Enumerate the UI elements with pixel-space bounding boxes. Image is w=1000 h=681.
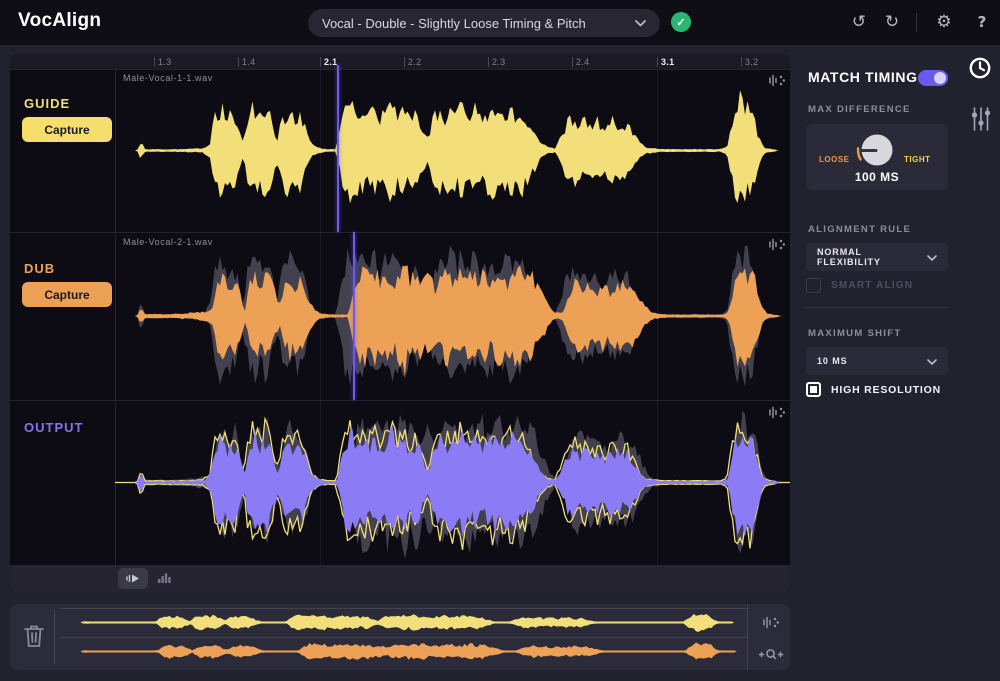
ruler-tick-1.4: 1.4 xyxy=(238,56,255,67)
knob-min-label: LOOSE xyxy=(819,155,850,164)
output-analysis-icon[interactable] xyxy=(768,406,786,419)
high-resolution-checkbox-row[interactable]: HIGH RESOLUTION xyxy=(806,382,941,397)
ruler-tick-2.4: 2.4 xyxy=(572,56,589,67)
preset-label: Vocal - Double - Slightly Loose Timing &… xyxy=(322,16,586,31)
smart-align-checkbox-row[interactable]: SMART ALIGN xyxy=(806,278,913,293)
dub-waveform[interactable] xyxy=(115,232,790,400)
bar-gridline xyxy=(320,69,321,565)
match-timing-label: MATCH TIMING xyxy=(808,69,918,85)
ruler-tick-2.1: 2.1 xyxy=(320,56,337,67)
ruler-tick-2.2: 2.2 xyxy=(404,56,421,67)
knob-max-label: TIGHT xyxy=(904,155,931,164)
bar-gridline xyxy=(657,69,658,565)
trash-icon[interactable] xyxy=(22,623,48,651)
maximum-shift-value: 10 MS xyxy=(817,356,848,366)
max-difference-label: MAX DIFFERENCE xyxy=(808,104,911,115)
smart-align-checkbox[interactable] xyxy=(806,278,821,293)
output-track-label: OUTPUT xyxy=(24,420,83,435)
guide-waveform[interactable] xyxy=(115,69,790,232)
overview-divider xyxy=(747,604,748,670)
max-difference-panel: LOOSE TIGHT 100 MS xyxy=(806,124,948,190)
history-clock-icon[interactable] xyxy=(968,56,992,80)
ruler-tick-1.3: 1.3 xyxy=(154,56,171,67)
sidebar-divider xyxy=(806,307,948,308)
preset-selector[interactable]: Vocal - Double - Slightly Loose Timing &… xyxy=(308,9,660,37)
track-panel: 1.3 1.4 2.1 2.2 2.3 2.4 3.1 3.2 GUIDE Capture M… xyxy=(10,54,790,592)
overview-analysis-icon[interactable] xyxy=(762,616,780,629)
dub-capture-button[interactable]: Capture xyxy=(22,282,112,307)
check-glyph: ✓ xyxy=(676,16,685,29)
toggle-knob xyxy=(934,72,946,84)
smart-align-label: SMART ALIGN xyxy=(831,280,913,291)
waveform-path xyxy=(60,643,747,660)
status-ok-icon: ✓ xyxy=(671,12,691,32)
checkbox-mark xyxy=(810,386,817,393)
guide-capture-button[interactable]: Capture xyxy=(22,117,112,142)
overview-panel xyxy=(10,604,790,670)
timeline-ruler[interactable]: 1.3 1.4 2.1 2.2 2.3 2.4 3.1 3.2 xyxy=(10,54,790,69)
match-timing-toggle[interactable] xyxy=(918,70,948,86)
ruler-tick-3.2: 3.2 xyxy=(741,56,758,67)
chevron-down-icon xyxy=(927,352,937,370)
chevron-down-icon xyxy=(635,14,646,32)
output-track-row: OUTPUT xyxy=(10,400,790,565)
dub-track-row: DUB Capture Male-Vocal-2-1.wav xyxy=(10,232,790,400)
histogram-tool-button[interactable] xyxy=(156,570,174,586)
toolbar-divider xyxy=(916,13,917,32)
advanced-sliders-icon[interactable] xyxy=(971,106,991,132)
guide-track-label: GUIDE xyxy=(24,96,70,111)
guide-analysis-icon[interactable] xyxy=(768,74,786,87)
settings-gear-button[interactable]: ⚙ xyxy=(933,11,955,33)
alignment-rule-dropdown[interactable]: NORMAL FLEXIBILITY xyxy=(806,243,948,271)
high-resolution-label: HIGH RESOLUTION xyxy=(831,384,941,396)
guide-playhead[interactable] xyxy=(337,65,339,232)
help-button[interactable]: ? xyxy=(971,11,993,33)
max-difference-knob[interactable] xyxy=(855,128,899,172)
dub-playhead[interactable] xyxy=(353,232,355,400)
guide-track-row: GUIDE Capture Male-Vocal-1-1.wav xyxy=(10,69,790,232)
overview-divider xyxy=(54,610,55,664)
high-resolution-checkbox[interactable] xyxy=(806,382,821,397)
overview-dub-waveform[interactable] xyxy=(60,637,747,666)
top-bar: VocAlign Vocal - Double - Slightly Loose… xyxy=(0,0,1000,45)
track-tool-strip xyxy=(10,565,790,592)
dub-analysis-icon[interactable] xyxy=(768,238,786,251)
undo-button[interactable]: ↺ xyxy=(848,11,870,33)
max-difference-value: 100 MS xyxy=(806,170,948,184)
app-logo: VocAlign xyxy=(18,10,101,32)
waveform-path xyxy=(60,614,747,632)
chevron-down-icon xyxy=(927,248,937,266)
zoom-icon[interactable] xyxy=(758,648,784,661)
redo-button[interactable]: ↻ xyxy=(881,11,903,33)
alignment-rule-label: ALIGNMENT RULE xyxy=(808,224,911,235)
maximum-shift-label: MAXIMUM SHIFT xyxy=(808,328,901,339)
output-waveform[interactable] xyxy=(115,400,790,565)
ruler-tick-3.1: 3.1 xyxy=(657,56,674,67)
vocalign-window: VocAlign Vocal - Double - Slightly Loose… xyxy=(0,0,1000,681)
play-tool-button[interactable] xyxy=(118,568,148,589)
dub-track-label: DUB xyxy=(24,261,55,276)
alignment-rule-value: NORMAL FLEXIBILITY xyxy=(817,247,927,267)
ruler-tick-2.3: 2.3 xyxy=(488,56,505,67)
overview-guide-waveform[interactable] xyxy=(60,608,747,637)
waveform-path xyxy=(115,90,790,203)
maximum-shift-dropdown[interactable]: 10 MS xyxy=(806,347,948,375)
